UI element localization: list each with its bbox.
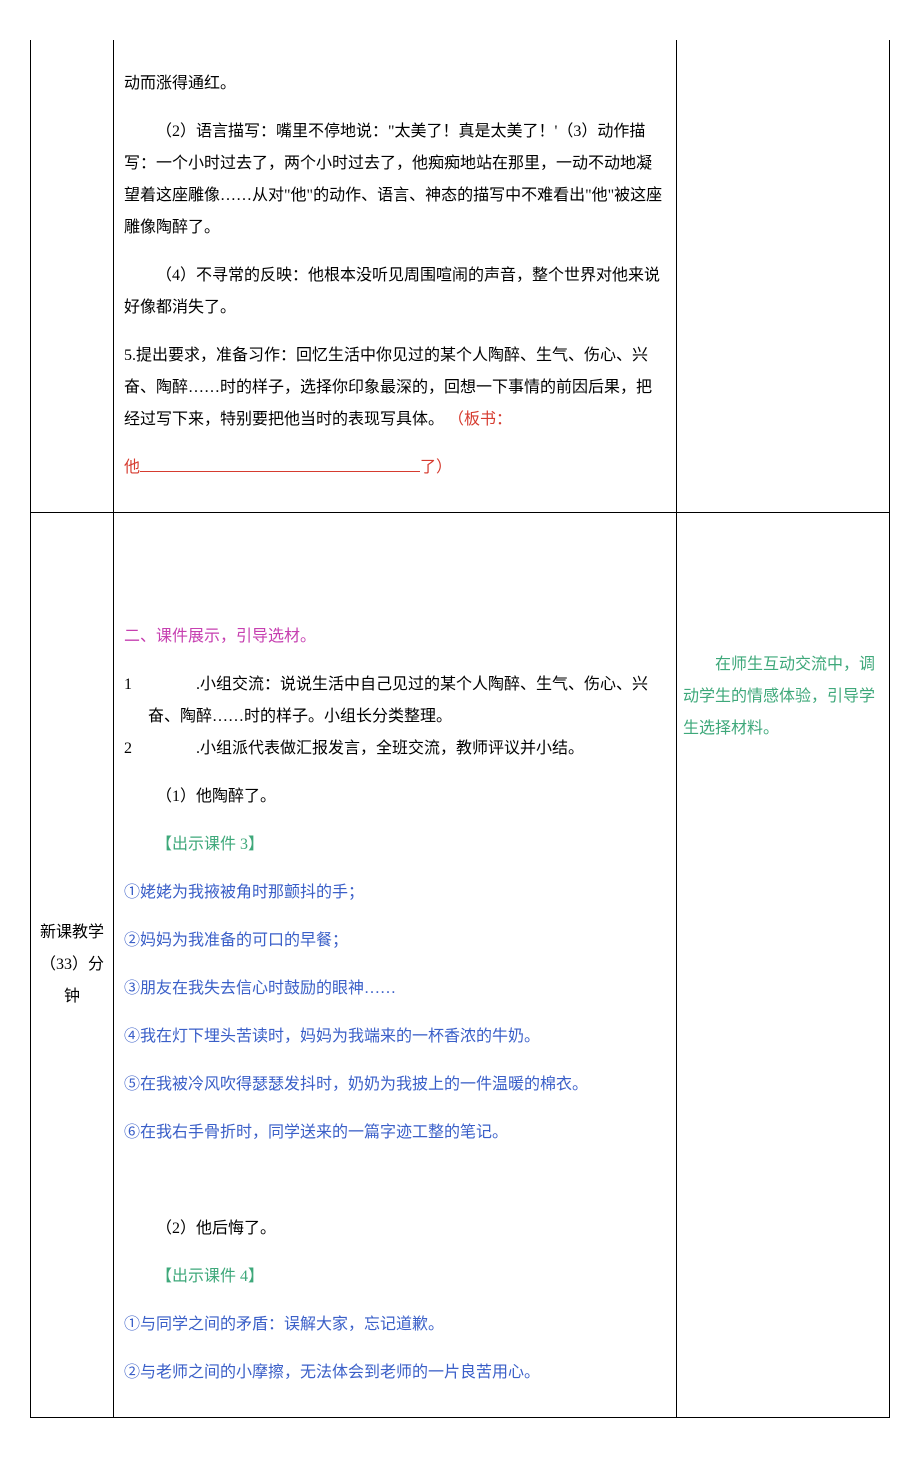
r1-p4: 5.提出要求，准备习作：回忆生活中你见过的某个人陶醉、生气、伤心、兴奋、陶醉……… (124, 340, 666, 436)
show-courseware-4: 【出示课件 4】 (124, 1261, 666, 1293)
board-line: 他 了） (124, 452, 666, 484)
bullet-4: ④我在灯下埋头苦读时，妈妈为我端来的一杯香浓的牛奶。 (124, 1021, 666, 1053)
row2-left-cell: 新课教学（33）分钟 (31, 513, 114, 1418)
bullet-6: ⑥在我右手骨折时，同学送来的一篇字迹工整的笔记。 (124, 1117, 666, 1149)
right-note: 在师生互动交流中，调动学生的情感体验，引导学生选择材料。 (683, 649, 883, 745)
top-spacer (124, 525, 666, 605)
show-courseware-3: 【出示课件 3】 (124, 829, 666, 861)
r1-p1: 动而涨得通红。 (124, 68, 666, 100)
bullet-3: ③朋友在我失去信心时鼓励的眼神…… (124, 973, 666, 1005)
sub1: （1）他陶醉了。 (124, 781, 666, 813)
right-spacer (683, 543, 883, 633)
bullet-2: ②妈妈为我准备的可口的早餐； (124, 925, 666, 957)
r1-p4-text: 5.提出要求，准备习作：回忆生活中你见过的某个人陶醉、生气、伤心、兴奋、陶醉……… (124, 347, 652, 428)
item2: 2 .小组派代表做汇报发言，全班交流，教师评议并小结。 (124, 733, 666, 765)
item2-num: 2 (124, 733, 148, 765)
item2-txt: .小组派代表做汇报发言，全班交流，教师评议并小结。 (148, 733, 666, 765)
row-2: 新课教学（33）分钟 二、课件展示，引导选材。 1 .小组交流：说说生活中自己见… (31, 513, 890, 1418)
row1-left-cell (31, 40, 114, 513)
item1-txt: .小组交流：说说生活中自己见过的某个人陶醉、生气、伤心、兴奋、陶醉……时的样子。… (148, 669, 666, 733)
item1-num: 1 (124, 669, 148, 733)
lesson-plan-table: 动而涨得通红。 （2）语言描写：嘴里不停地说："太美了！真是太美了！'（3）动作… (30, 40, 890, 1418)
bullet-1: ①姥姥为我掖被角时那颤抖的手； (124, 877, 666, 909)
item1: 1 .小组交流：说说生活中自己见过的某个人陶醉、生气、伤心、兴奋、陶醉……时的样… (124, 669, 666, 733)
row-1: 动而涨得通红。 （2）语言描写：嘴里不停地说："太美了！真是太美了！'（3）动作… (31, 40, 890, 513)
r1-p3: （4）不寻常的反映：他根本没听见周围喧闹的声音，整个世界对他来说好像都消失了。 (124, 260, 666, 324)
board-he: 他 (124, 459, 140, 476)
board-underline (140, 455, 420, 472)
board-prefix: （板书： (448, 411, 512, 428)
bullet-c1: ①与同学之间的矛盾：误解大家，忘记道歉。 (124, 1309, 666, 1341)
row2-right-cell: 在师生互动交流中，调动学生的情感体验，引导学生选择材料。 (677, 513, 890, 1418)
row1-mid-cell: 动而涨得通红。 （2）语言描写：嘴里不停地说："太美了！真是太美了！'（3）动作… (114, 40, 677, 513)
r1-p2: （2）语言描写：嘴里不停地说："太美了！真是太美了！'（3）动作描写：一个小时过… (124, 116, 666, 244)
row2-mid-cell: 二、课件展示，引导选材。 1 .小组交流：说说生活中自己见过的某个人陶醉、生气、… (114, 513, 677, 1418)
sub2: （2）他后悔了。 (124, 1213, 666, 1245)
section-heading: 二、课件展示，引导选材。 (124, 621, 666, 653)
board-le: 了） (420, 459, 452, 476)
bullet-c2: ②与老师之间的小摩擦，无法体会到老师的一片良苦用心。 (124, 1357, 666, 1389)
section-label: 新课教学（33）分钟 (37, 917, 107, 1013)
row1-right-cell (677, 40, 890, 513)
bullet-5: ⑤在我被冷风吹得瑟瑟发抖时，奶奶为我披上的一件温暖的棉衣。 (124, 1069, 666, 1101)
